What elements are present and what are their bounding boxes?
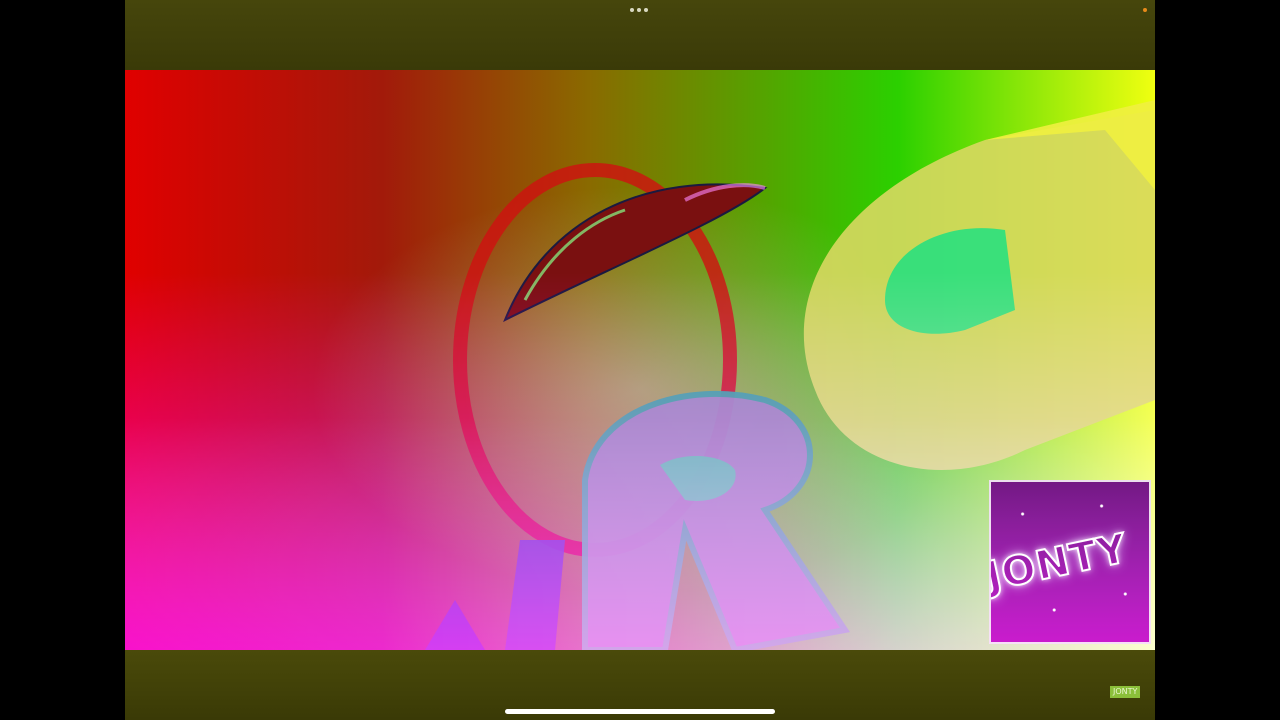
logo-letter-r [582, 390, 851, 650]
home-indicator[interactable] [505, 709, 775, 714]
channel-thumbnail[interactable]: JONTY [989, 480, 1151, 644]
video-frame: JONTY JONTY [125, 0, 1155, 720]
bottom-bar: JONTY [125, 650, 1155, 720]
video-player[interactable]: JONTY [125, 70, 1155, 650]
top-bar [125, 0, 1155, 70]
channel-watermark[interactable]: JONTY [1110, 686, 1141, 698]
status-dot-icon [1143, 8, 1147, 12]
more-dots-icon[interactable] [630, 8, 648, 12]
